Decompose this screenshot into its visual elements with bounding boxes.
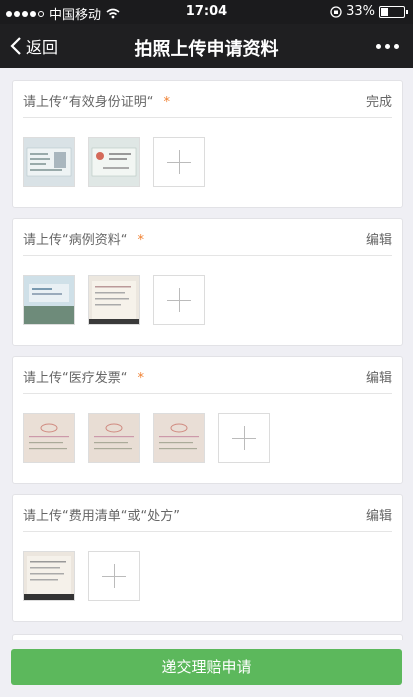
photo-list [23,275,205,325]
page-title: 拍照上传申请资料 [134,39,279,60]
photo-thumbnail[interactable] [153,413,205,463]
orientation-lock-icon [330,5,342,18]
upload-section-invoices: 请上传“医疗发票“ * 编辑 [12,356,403,484]
photo-thumbnail[interactable] [88,137,140,187]
photo-list [23,413,270,463]
section-header: 请上传“费用清单“或“处方” 编辑 [23,495,392,532]
section-edit-button[interactable]: 编辑 [366,505,392,524]
add-photo-button[interactable] [153,137,205,187]
section-title: 请上传“费用清单“或“处方” [23,509,180,524]
section-title: 请上传“病例资料“ * [23,233,144,248]
section-edit-button[interactable]: 编辑 [366,367,392,386]
back-label: 返回 [26,38,59,57]
add-photo-button[interactable] [153,275,205,325]
upload-section-expense-list: 请上传“费用清单“或“处方” 编辑 [12,494,403,622]
section-header: 请上传“医疗发票“ * 编辑 [23,357,392,394]
main-content: 请上传“有效身份证明“ * 完成 请上传“病例资料“ * 编辑 请上传“医疗发票… [0,68,413,697]
medical-record-image [89,276,139,324]
medical-record-image [24,276,74,324]
photo-thumbnail[interactable] [88,275,140,325]
upload-section-id: 请上传“有效身份证明“ * 完成 [12,80,403,208]
id-card-back-image [89,138,139,186]
section-edit-button[interactable]: 编辑 [366,229,392,248]
status-bar: 中国移动 17:04 33% [0,0,413,24]
photo-thumbnail[interactable] [23,551,75,601]
submit-claim-button[interactable]: 递交理赔申请 [11,649,402,685]
photo-list [23,551,140,601]
upload-section-medical-records: 请上传“病例资料“ * 编辑 [12,218,403,346]
id-card-front-image [24,138,74,186]
nav-bar: 返回 拍照上传申请资料 [0,24,413,68]
section-title: 请上传“医疗发票“ * [23,371,144,386]
battery-percent: 33% [346,4,375,19]
add-photo-button[interactable] [88,551,140,601]
section-done-button[interactable]: 完成 [366,91,392,110]
photo-list [23,137,205,187]
photo-thumbnail[interactable] [23,275,75,325]
photo-thumbnail[interactable] [23,413,75,463]
section-title: 请上传“有效身份证明“ * [23,95,170,110]
status-right: 33% [330,4,408,19]
battery-icon [379,5,408,18]
photo-thumbnail[interactable] [23,137,75,187]
expense-list-image [24,552,74,600]
section-header: 请上传“有效身份证明“ * 完成 [23,81,392,118]
photo-thumbnail[interactable] [88,413,140,463]
invoice-image [154,414,204,462]
add-photo-button[interactable] [218,413,270,463]
section-header: 请上传“病例资料“ * 编辑 [23,219,392,256]
back-button[interactable]: 返回 [10,34,58,58]
invoice-image [24,414,74,462]
more-dots-icon[interactable] [376,44,399,49]
footer-bar: 递交理赔申请 [0,640,413,697]
chevron-left-icon [10,37,21,55]
invoice-image [89,414,139,462]
